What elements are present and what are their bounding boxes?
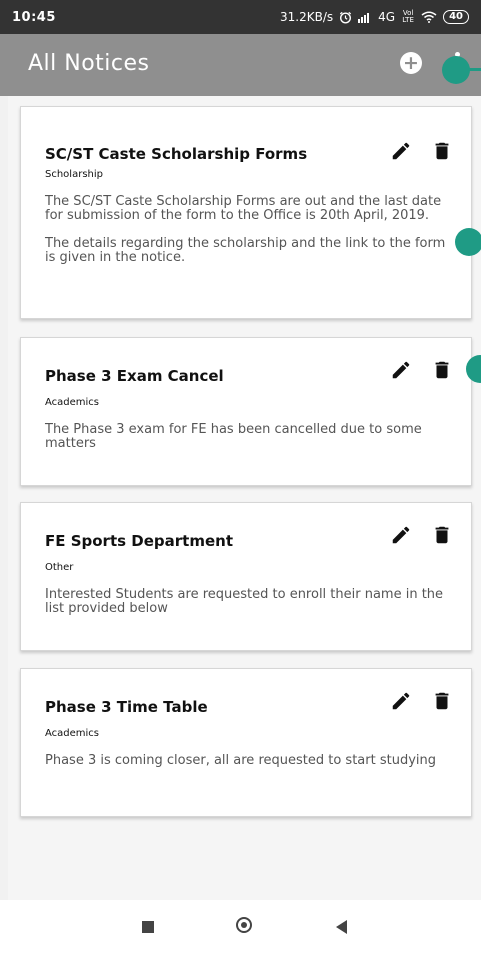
edit-button[interactable] [390, 140, 414, 164]
delete-button[interactable] [431, 140, 455, 164]
plus-circle-icon: + [403, 51, 419, 74]
touch-indicator [455, 228, 481, 256]
wifi-icon [421, 11, 437, 23]
notice-category: Academics [45, 397, 100, 408]
back-triangle-icon[interactable] [336, 920, 347, 934]
edit-button[interactable] [390, 690, 414, 714]
page-title: All Notices [28, 51, 150, 76]
notice-description: Phase 3 is coming closer, all are reques… [45, 753, 436, 768]
notice-description: Interested Students are requested to enr… [45, 587, 444, 616]
pencil-icon [392, 526, 410, 544]
app-bar: All Notices + [0, 34, 481, 96]
delete-button[interactable] [431, 359, 455, 383]
home-dot [241, 922, 247, 928]
delete-button[interactable] [431, 524, 455, 548]
notice-title: Phase 3 Time Table [45, 698, 208, 716]
trash-icon [435, 142, 449, 160]
delete-button[interactable] [431, 690, 455, 714]
edit-button[interactable] [390, 359, 414, 383]
notice-card[interactable]: Phase 3 Time Table Academics Phase 3 is … [20, 668, 472, 817]
status-indicators: 31.2KB/s 4G Vol LTE 40 [280, 10, 469, 24]
notice-category: Scholarship [45, 169, 103, 180]
notice-title: Phase 3 Exam Cancel [45, 367, 224, 385]
notice-description: The Phase 3 exam for FE has been cancell… [45, 422, 422, 451]
edit-button[interactable] [390, 524, 414, 548]
notice-card[interactable]: Phase 3 Exam Cancel Academics The Phase … [20, 337, 472, 486]
add-notice-button[interactable]: + [400, 52, 422, 74]
square-icon[interactable] [142, 921, 154, 933]
notice-card[interactable]: SC/ST Caste Scholarship Forms Scholarshi… [20, 106, 472, 319]
notice-card[interactable]: FE Sports Department Other Interested St… [20, 502, 472, 651]
trash-icon [435, 692, 449, 710]
status-bar: 10:45 31.2KB/s 4G Vol LTE 40 [0, 0, 481, 34]
trash-icon [435, 361, 449, 379]
network-type: 4G [378, 10, 396, 24]
pencil-icon [392, 692, 410, 710]
alarm-icon [339, 11, 352, 24]
signal-icon [358, 12, 372, 23]
touch-trail [466, 68, 481, 71]
status-time: 10:45 [12, 9, 56, 25]
notice-category: Other [45, 562, 74, 573]
notice-title: SC/ST Caste Scholarship Forms [45, 145, 308, 163]
volte-indicator: Vol LTE [402, 9, 414, 24]
pencil-icon [392, 142, 410, 160]
pencil-icon [392, 361, 410, 379]
trash-icon [435, 526, 449, 544]
circle-icon[interactable] [236, 917, 252, 933]
navigation-bar [0, 900, 481, 955]
notice-category: Academics [45, 728, 100, 739]
network-speed: 31.2KB/s [280, 10, 334, 24]
notice-title: FE Sports Department [45, 532, 233, 550]
battery-icon: 40 [443, 10, 469, 24]
notice-description: The SC/ST Caste Scholarship Forms are ou… [45, 194, 446, 265]
notices-list[interactable]: SC/ST Caste Scholarship Forms Scholarshi… [8, 96, 481, 900]
